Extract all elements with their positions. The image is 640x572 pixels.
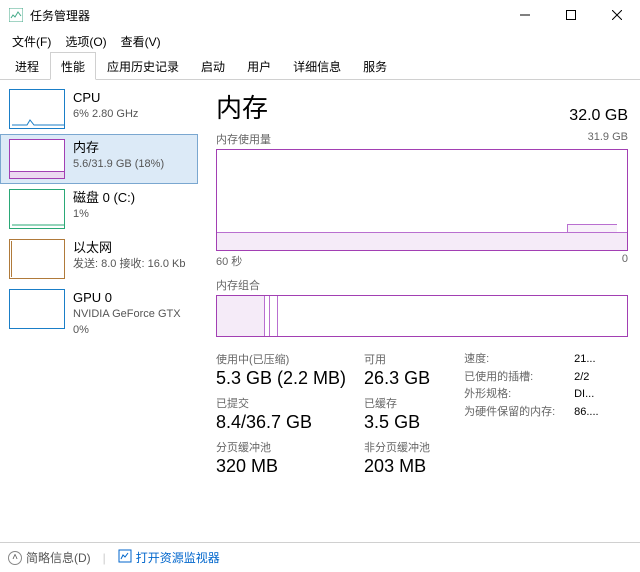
menu-view[interactable]: 查看(V) (115, 31, 167, 52)
cpu-thumbnail-graph (9, 89, 65, 129)
open-resource-monitor-label: 打开资源监视器 (136, 549, 220, 566)
stat-paged-label: 分页缓冲池 (216, 439, 346, 455)
menu-file[interactable]: 文件(F) (6, 31, 57, 52)
tab-processes[interactable]: 进程 (4, 52, 50, 80)
tab-performance[interactable]: 性能 (50, 52, 96, 80)
window-title: 任务管理器 (30, 7, 502, 24)
tab-bar: 进程 性能 应用历史记录 启动 用户 详细信息 服务 (0, 52, 640, 80)
sidebar-cpu-sub: 6% 2.80 GHz (73, 107, 189, 122)
window-controls (502, 0, 640, 30)
slots-value: 2/2 (574, 369, 589, 387)
axis-left: 60 秒 (216, 253, 242, 269)
memory-total: 32.0 GB (569, 107, 628, 125)
minimize-button[interactable] (502, 0, 548, 30)
sidebar-ethernet-title: 以太网 (73, 239, 189, 257)
sidebar-gpu-sub2: 0% (73, 323, 189, 338)
memory-usage-graph[interactable] (216, 149, 628, 251)
tab-services[interactable]: 服务 (352, 52, 398, 80)
memory-composition-graph[interactable] (216, 295, 628, 337)
maximize-button[interactable] (548, 0, 594, 30)
tab-users[interactable]: 用户 (236, 52, 282, 80)
sidebar-disk-title: 磁盘 0 (C:) (73, 189, 189, 207)
form-value: DI... (574, 386, 594, 404)
sidebar-item-memory[interactable]: 内存 5.6/31.9 GB (18%) (0, 134, 198, 184)
form-label: 外形规格: (464, 386, 564, 404)
app-icon (8, 7, 24, 23)
stat-cached-value: 3.5 GB (364, 412, 430, 433)
axis-right: 0 (622, 253, 628, 269)
page-title: 内存 (216, 88, 268, 125)
sidebar: CPU 6% 2.80 GHz 内存 5.6/31.9 GB (18%) 磁盘 … (0, 80, 198, 542)
ethernet-thumbnail-graph (9, 239, 65, 279)
stat-inuse-label: 使用中(已压缩) (216, 351, 346, 367)
stat-inuse-value: 5.3 GB (2.2 MB) (216, 368, 346, 389)
titlebar: 任务管理器 (0, 0, 640, 30)
sidebar-item-disk[interactable]: 磁盘 0 (C:) 1% (0, 184, 198, 234)
sidebar-item-ethernet[interactable]: 以太网 发送: 8.0 接收: 16.0 Kb (0, 234, 198, 284)
open-resource-monitor-link[interactable]: 打开资源监视器 (118, 549, 220, 566)
sidebar-memory-sub: 5.6/31.9 GB (18%) (73, 157, 189, 172)
stats-area: 使用中(已压缩) 5.3 GB (2.2 MB) 可用 26.3 GB 已提交 … (216, 351, 628, 477)
memory-thumbnail-graph (9, 139, 65, 179)
menu-options[interactable]: 选项(O) (59, 31, 112, 52)
tab-apphistory[interactable]: 应用历史记录 (96, 52, 190, 80)
sidebar-cpu-title: CPU (73, 89, 189, 107)
tab-startup[interactable]: 启动 (190, 52, 236, 80)
fewer-details-label: 简略信息(D) (26, 549, 91, 566)
sidebar-gpu-title: GPU 0 (73, 289, 189, 307)
tab-details[interactable]: 详细信息 (282, 52, 352, 80)
stat-available-label: 可用 (364, 351, 430, 367)
sidebar-disk-sub: 1% (73, 207, 189, 222)
slots-label: 已使用的插槽: (464, 369, 564, 387)
speed-value: 21... (574, 351, 595, 369)
sidebar-item-cpu[interactable]: CPU 6% 2.80 GHz (0, 84, 198, 134)
disk-thumbnail-graph (9, 189, 65, 229)
stat-committed-label: 已提交 (216, 395, 346, 411)
sidebar-item-gpu[interactable]: GPU 0 NVIDIA GeForce GTX 0% (0, 284, 198, 343)
fewer-details-link[interactable]: ˄ 简略信息(D) (8, 549, 91, 566)
stat-nonpaged-value: 203 MB (364, 456, 430, 477)
reserved-label: 为硬件保留的内存: (464, 404, 564, 422)
composition-label: 内存组合 (216, 277, 628, 293)
stat-paged-value: 320 MB (216, 456, 346, 477)
stat-available-value: 26.3 GB (364, 368, 430, 389)
close-button[interactable] (594, 0, 640, 30)
stat-nonpaged-label: 非分页缓冲池 (364, 439, 430, 455)
sidebar-gpu-sub1: NVIDIA GeForce GTX (73, 307, 189, 322)
sidebar-memory-title: 内存 (73, 139, 189, 157)
usage-graph-label: 内存使用量 (216, 131, 271, 147)
sidebar-ethernet-sub: 发送: 8.0 接收: 16.0 Kb (73, 257, 189, 272)
gpu-thumbnail-graph (9, 289, 65, 329)
chevron-up-icon: ˄ (8, 551, 22, 565)
stat-committed-value: 8.4/36.7 GB (216, 412, 346, 433)
main-panel: 内存 32.0 GB 内存使用量 31.9 GB 60 秒 0 内存组合 使用中… (198, 80, 640, 542)
reserved-value: 86.... (574, 404, 598, 422)
content-area: CPU 6% 2.80 GHz 内存 5.6/31.9 GB (18%) 磁盘 … (0, 80, 640, 542)
monitor-icon (118, 549, 132, 566)
speed-label: 速度: (464, 351, 564, 369)
usage-graph-max: 31.9 GB (588, 131, 628, 147)
menubar: 文件(F) 选项(O) 查看(V) (0, 30, 640, 52)
stat-cached-label: 已缓存 (364, 395, 430, 411)
